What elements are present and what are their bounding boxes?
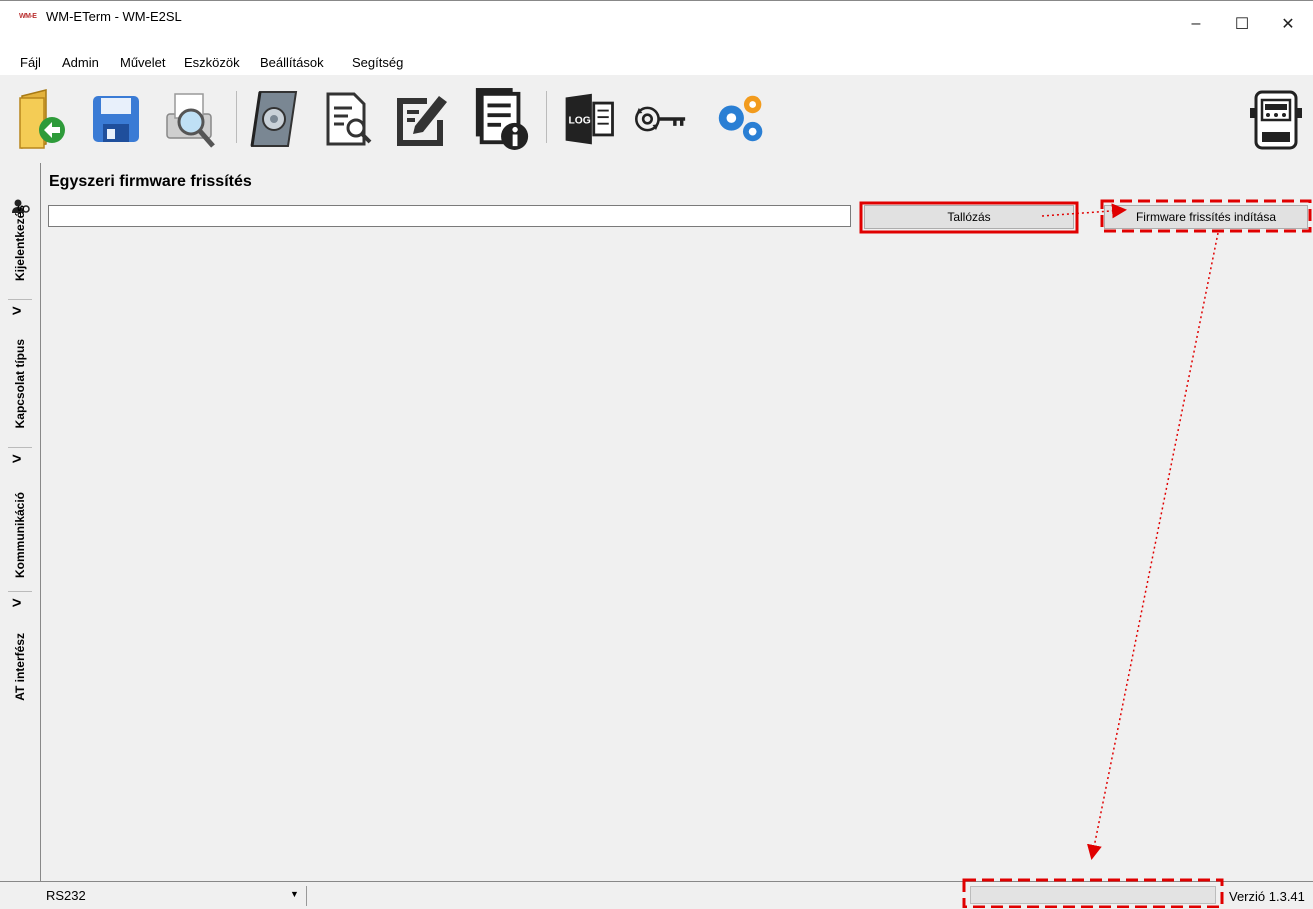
minimize-icon: – xyxy=(1191,15,1201,32)
tab-kapcsolat-tipus[interactable]: Kapcsolat típus xyxy=(0,325,40,443)
print-preview-icon[interactable] xyxy=(160,85,220,153)
config-book-icon[interactable] xyxy=(244,85,304,153)
edit-document-icon[interactable] xyxy=(392,85,452,153)
tab-separator xyxy=(8,447,32,448)
log-icon[interactable]: LOG xyxy=(560,85,620,153)
save-icon[interactable] xyxy=(86,85,146,153)
update-progress-bar xyxy=(970,886,1216,904)
menu-eszkozok[interactable]: Eszközök xyxy=(184,55,240,70)
close-icon: ✕ xyxy=(1281,16,1295,33)
menu-bar: Fájl Admin Művelet Eszközök Beállítások … xyxy=(0,47,1313,75)
status-separator xyxy=(306,886,307,906)
menu-segitseg[interactable]: Segítség xyxy=(352,55,403,70)
browse-button[interactable]: Tallózás xyxy=(864,205,1074,229)
log-text: LOG xyxy=(568,116,590,127)
dropdown-arrow-icon[interactable]: ▼ xyxy=(290,889,299,899)
meter-icon[interactable] xyxy=(1246,85,1306,153)
document-search-icon[interactable] xyxy=(318,85,378,153)
version-label: Verzió 1.3.41 xyxy=(1229,889,1305,904)
tab-at-interfesz[interactable]: AT interfész xyxy=(0,617,40,717)
app-icon: WM-E xyxy=(19,13,37,20)
toolbar-separator xyxy=(546,91,547,143)
application-window: WM-E WM-ETerm - WM-E2SL – ☐ ✕ Fájl Admin… xyxy=(0,0,1313,909)
arrow-start-to-progress xyxy=(1087,232,1219,860)
gears-icon[interactable] xyxy=(712,85,772,153)
connection-type-select[interactable]: RS232 xyxy=(46,888,86,903)
close-button[interactable]: ✕ xyxy=(1265,1,1311,47)
firmware-path-input[interactable] xyxy=(48,205,851,227)
chevron-right-icon: > xyxy=(12,451,22,468)
chevron-right-icon: > xyxy=(12,595,22,612)
start-firmware-update-button[interactable]: Firmware frissítés indítása xyxy=(1104,205,1308,229)
menu-fajl[interactable]: Fájl xyxy=(20,55,41,70)
menu-beallitasok[interactable]: Beállítások xyxy=(260,55,324,70)
window-title: WM-ETerm - WM-E2SL xyxy=(46,9,182,24)
title-bar: WM-E WM-ETerm - WM-E2SL – ☐ ✕ xyxy=(0,1,1313,47)
tab-kommunikacio[interactable]: Kommunikáció xyxy=(0,473,40,597)
tab-kijelentkezes[interactable]: Kijelentkezés xyxy=(0,193,40,293)
menu-admin[interactable]: Admin xyxy=(62,55,99,70)
key-refresh-icon[interactable] xyxy=(632,85,692,153)
chevron-right-icon: > xyxy=(12,303,22,320)
tab-separator xyxy=(8,299,32,300)
panel-title: Egyszeri firmware frissítés xyxy=(49,173,252,190)
maximize-icon: ☐ xyxy=(1234,16,1250,33)
maximize-button[interactable]: ☐ xyxy=(1219,1,1265,47)
toolbar-separator xyxy=(236,91,237,143)
open-folder-icon[interactable] xyxy=(12,85,72,153)
toolbar: LOG xyxy=(0,79,1313,161)
status-bar: RS232 ▼ Verzió 1.3.41 xyxy=(0,881,1313,909)
side-tab-bar: Kijelentkezés > Kapcsolat típus > Kommun… xyxy=(0,163,41,881)
document-info-icon[interactable] xyxy=(472,85,532,153)
minimize-button[interactable]: – xyxy=(1173,1,1219,47)
menu-muvelet[interactable]: Művelet xyxy=(120,55,166,70)
tab-separator xyxy=(8,591,32,592)
